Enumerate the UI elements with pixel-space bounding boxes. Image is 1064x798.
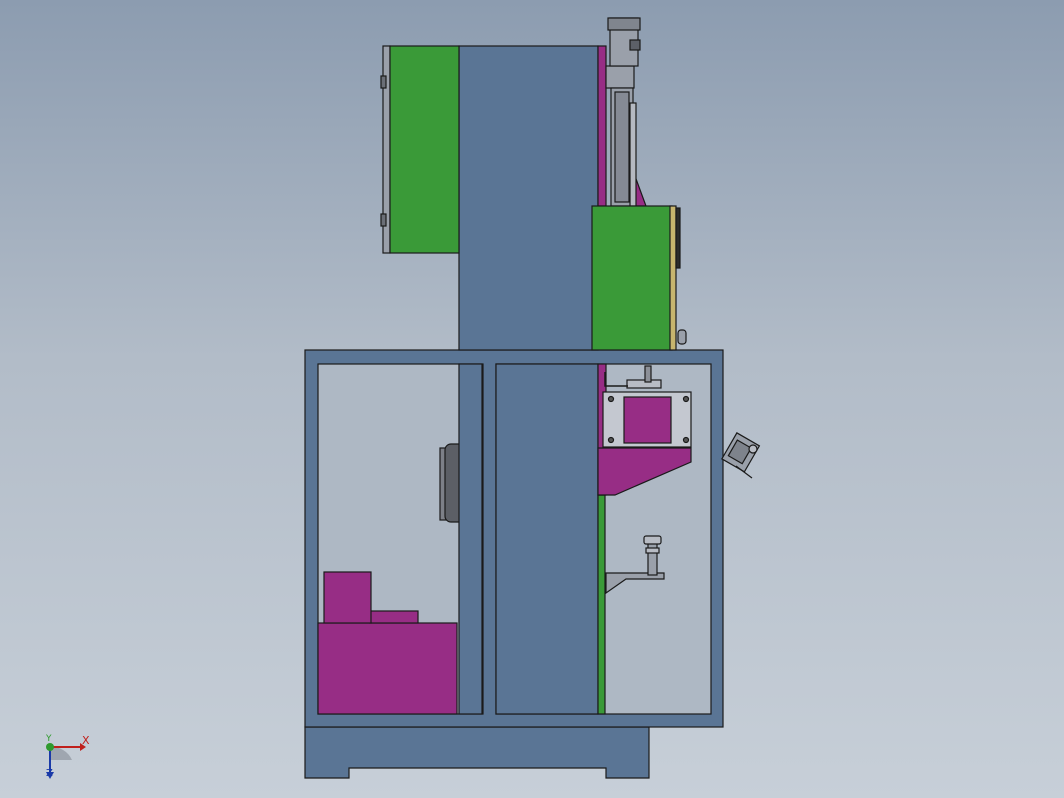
axis-y-label: Y: [46, 734, 52, 744]
right-green-panel: [591, 205, 673, 351]
center-column-lower: [458, 363, 483, 715]
sensor-knob: [748, 444, 758, 454]
machine-side-view: [304, 17, 761, 779]
upper-magenta-strip: [597, 45, 607, 207]
mount-bolt: [682, 436, 690, 444]
hinge: [380, 213, 387, 227]
mount-bolt: [607, 395, 615, 403]
mount-bolt: [682, 395, 690, 403]
axis-z-label: Z: [46, 768, 53, 779]
rail-inner: [614, 91, 630, 203]
panel-knob: [677, 329, 687, 345]
rail-rod: [629, 102, 637, 207]
mount-clamp: [626, 379, 662, 389]
motor-box: [317, 622, 458, 715]
rail-top-bracket: [605, 65, 635, 89]
valve-ring: [645, 547, 660, 554]
cad-viewport[interactable]: X Y Z: [0, 0, 1064, 798]
panel-edge-strip: [669, 205, 677, 351]
column-core-lower: [495, 363, 599, 715]
motor-top: [323, 571, 372, 624]
machine-base: [304, 726, 650, 779]
panel-handle: [675, 207, 681, 269]
main-column: [458, 45, 599, 351]
actuator-clamp: [629, 39, 641, 51]
valve-stem: [647, 539, 658, 576]
hinge: [380, 75, 387, 89]
green-strip: [597, 494, 606, 715]
upper-green-panel: [389, 45, 460, 254]
y-axis-dot: [46, 743, 54, 751]
motor-step: [369, 610, 419, 624]
mount-bolt: [607, 436, 615, 444]
cylinder-window: [623, 396, 672, 444]
actuator-cap: [607, 17, 641, 31]
valve-cap: [643, 535, 662, 545]
mount-rod: [644, 365, 652, 383]
axis-x-label: X: [82, 734, 90, 747]
